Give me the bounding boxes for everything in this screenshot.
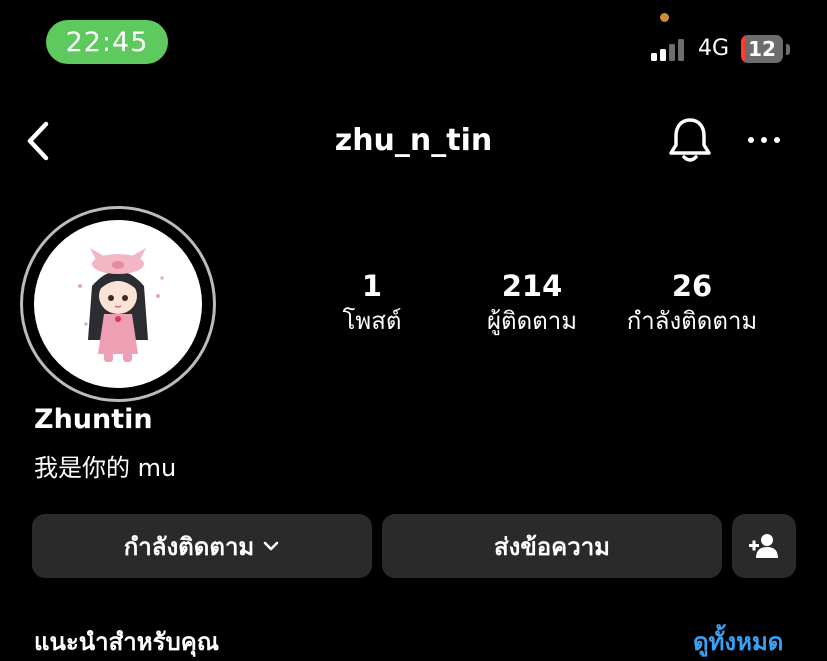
bell-icon — [669, 118, 711, 162]
suggest-people-button[interactable] — [732, 514, 796, 578]
message-button[interactable]: ส่งข้อความ — [382, 514, 722, 578]
avatar[interactable] — [34, 220, 202, 388]
chevron-down-icon — [263, 541, 279, 551]
battery-level: 12 — [748, 37, 776, 61]
add-user-icon — [749, 534, 778, 558]
stat-following-label: กำลังติดตาม — [626, 307, 758, 335]
more-horizontal-icon — [748, 137, 780, 143]
suggestions-title: แนะนำสำหรับคุณ — [34, 628, 220, 656]
notifications-button[interactable] — [666, 115, 714, 165]
stat-followers-value: 214 — [501, 269, 563, 303]
stat-posts-value: 1 — [361, 269, 383, 303]
stat-posts[interactable]: 1 โพสต์ — [312, 268, 432, 336]
avatar-chibi-image — [78, 248, 164, 362]
bio-text: 我是你的 mu — [34, 454, 177, 482]
status-time: 22:45 — [46, 20, 168, 64]
see-all-link[interactable]: ดูทั้งหมด — [693, 622, 783, 661]
signal-icon — [651, 37, 691, 61]
battery-tip — [786, 44, 790, 55]
display-name: Zhuntin — [34, 404, 153, 435]
following-button-label: กำลังติดตาม — [123, 532, 255, 561]
more-options-button[interactable] — [744, 125, 784, 155]
stat-following-value: 26 — [671, 269, 713, 303]
battery-icon: 12 — [741, 35, 783, 63]
privacy-indicator-dot — [660, 13, 669, 22]
network-type: 4G — [698, 36, 730, 61]
stat-followers[interactable]: 214 ผู้ติดตาม — [462, 268, 602, 336]
stat-posts-label: โพสต์ — [342, 307, 402, 335]
stat-following[interactable]: 26 กำลังติดตาม — [610, 268, 774, 336]
following-button[interactable]: กำลังติดตาม — [32, 514, 372, 578]
stat-followers-label: ผู้ติดตาม — [486, 307, 578, 335]
message-button-label: ส่งข้อความ — [493, 532, 610, 561]
